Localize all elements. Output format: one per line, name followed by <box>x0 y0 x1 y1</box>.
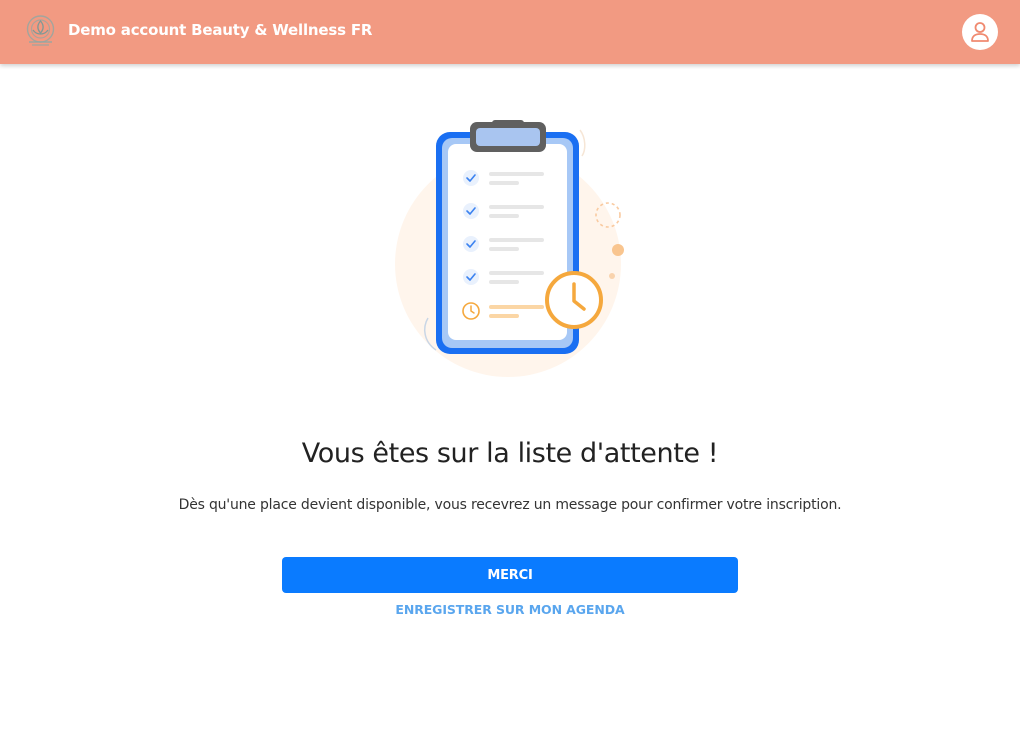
account-button[interactable] <box>962 14 998 50</box>
account-title: Demo account Beauty & Wellness FR <box>68 21 373 39</box>
waitlist-illustration <box>395 120 624 377</box>
user-icon <box>971 22 989 42</box>
confirmation-message: Dès qu'une place devient disponible, vou… <box>178 497 842 513</box>
top-bar: Demo account Beauty & Wellness FR <box>0 0 1020 64</box>
page-title: Vous êtes sur la liste d'attente ! <box>301 438 719 469</box>
save-to-calendar-link[interactable]: ENREGISTRER SUR MON AGENDA <box>0 602 1020 617</box>
logo-icon <box>26 15 55 46</box>
merci-button[interactable]: MERCI <box>282 557 738 593</box>
